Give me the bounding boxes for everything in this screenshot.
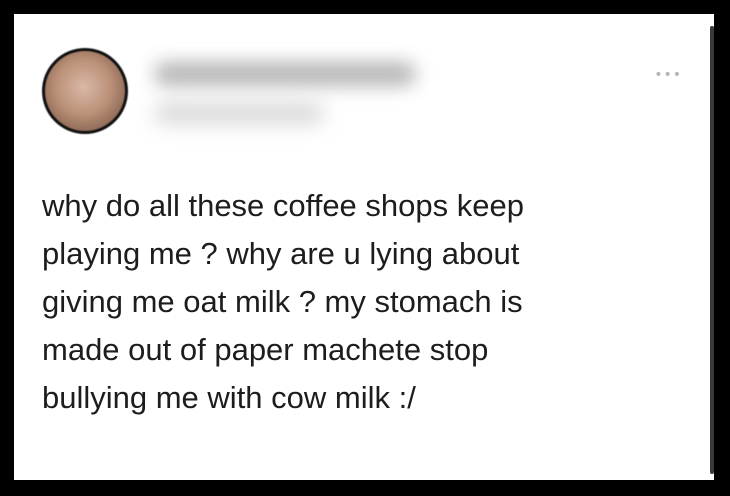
author-handle-redacted [154, 102, 324, 124]
tweet-card: ••• why do all these coffee shops keep p… [14, 14, 714, 480]
scrollbar[interactable] [710, 26, 714, 474]
screenshot-frame: ••• why do all these coffee shops keep p… [0, 0, 730, 496]
author-name-redacted [154, 62, 416, 86]
more-horizontal-icon[interactable]: ••• [654, 68, 682, 82]
tweet-text: why do all these coffee shops keep playi… [42, 188, 524, 415]
avatar[interactable] [42, 48, 128, 134]
